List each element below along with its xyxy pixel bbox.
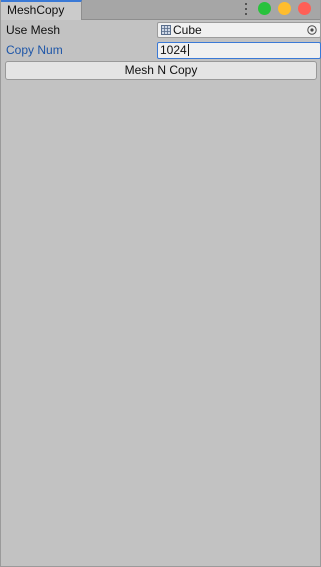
dot bbox=[245, 13, 247, 15]
more-options-icon[interactable] bbox=[242, 2, 250, 16]
editor-window: MeshCopy Use Mesh Cube Copy Num 1024 Mes… bbox=[0, 0, 321, 567]
dot bbox=[245, 8, 247, 10]
mesh-n-copy-button[interactable]: Mesh N Copy bbox=[5, 61, 317, 80]
text-caret bbox=[187, 44, 189, 56]
copy-num-value: 1024 bbox=[160, 43, 187, 57]
use-mesh-object-field[interactable]: Cube bbox=[157, 22, 321, 38]
use-mesh-row: Use Mesh Cube bbox=[6, 21, 321, 39]
window-titlebar: MeshCopy bbox=[1, 0, 320, 20]
copy-num-row: Copy Num 1024 bbox=[6, 41, 321, 59]
maximize-button[interactable] bbox=[258, 2, 271, 15]
minimize-button[interactable] bbox=[278, 2, 291, 15]
copy-num-label: Copy Num bbox=[6, 43, 63, 57]
close-button[interactable] bbox=[298, 2, 311, 15]
object-picker-icon[interactable] bbox=[307, 25, 317, 35]
mesh-grid-icon bbox=[161, 25, 171, 35]
copy-num-input[interactable]: 1024 bbox=[157, 42, 321, 59]
use-mesh-label: Use Mesh bbox=[6, 23, 61, 37]
tab-meshcopy[interactable]: MeshCopy bbox=[1, 0, 82, 20]
use-mesh-value: Cube bbox=[173, 23, 202, 37]
dot bbox=[245, 3, 247, 5]
